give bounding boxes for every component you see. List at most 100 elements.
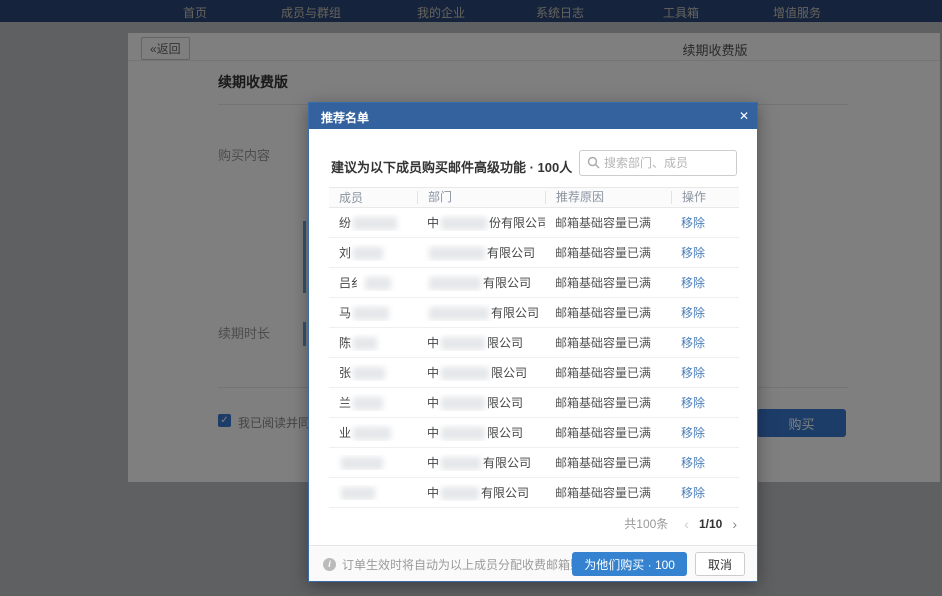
member-name: 兰 <box>329 394 417 411</box>
recommend-reason: 邮箱基础容量已满 <box>545 334 671 351</box>
remove-link[interactable]: 移除 <box>681 246 705 260</box>
blurred-dept <box>441 457 481 470</box>
remove-link[interactable]: 移除 <box>681 276 705 290</box>
row-action: 移除 <box>671 334 739 351</box>
member-name <box>329 485 417 499</box>
remove-link[interactable]: 移除 <box>681 396 705 410</box>
recommend-reason: 邮箱基础容量已满 <box>545 394 671 411</box>
row-action: 移除 <box>671 424 739 441</box>
blurred-name <box>353 307 389 320</box>
blurred-name <box>341 487 375 500</box>
member-name: 张 <box>329 364 417 381</box>
member-name <box>329 455 417 469</box>
prev-page-icon[interactable]: ‹ <box>684 516 689 532</box>
remove-link[interactable]: 移除 <box>681 486 705 500</box>
table-header-row: 成员 部门 推荐原因 操作 <box>329 187 739 208</box>
table-row: 张中限公司邮箱基础容量已满移除 <box>329 358 739 388</box>
total-count: 共100条 <box>624 515 668 532</box>
close-icon[interactable]: ✕ <box>739 108 749 124</box>
member-name: 业 <box>329 424 417 441</box>
member-dept: 中份有限公司 <box>417 214 545 231</box>
pagination: 共100条 ‹ 1/10 › <box>624 515 737 532</box>
recommend-reason: 邮箱基础容量已满 <box>545 304 671 321</box>
blurred-name <box>353 247 383 260</box>
member-name: 纷 <box>329 214 417 231</box>
member-dept: 中有限公司 <box>417 484 545 501</box>
blurred-dept <box>441 337 485 350</box>
table-row: 中有限公司邮箱基础容量已满移除 <box>329 478 739 508</box>
dialog-heading: 建议为以下成员购买邮件高级功能 · 100人 <box>331 157 572 176</box>
member-dept: 有限公司 <box>417 274 545 291</box>
col-action: 操作 <box>671 191 739 204</box>
recommend-reason: 邮箱基础容量已满 <box>545 484 671 501</box>
row-action: 移除 <box>671 304 739 321</box>
member-dept: 中限公司 <box>417 424 545 441</box>
recommend-reason: 邮箱基础容量已满 <box>545 214 671 231</box>
screen: 首页成员与群组我的企业系统日志工具箱增值服务 «返回 续期收费版 续期收费版 购… <box>0 0 942 596</box>
col-reason: 推荐原因 <box>545 191 671 204</box>
row-action: 移除 <box>671 394 739 411</box>
blurred-name <box>353 217 397 230</box>
member-name: 吕纟 <box>329 274 417 291</box>
member-name: 马 <box>329 304 417 321</box>
table-row: 业中限公司邮箱基础容量已满移除 <box>329 418 739 448</box>
remove-link[interactable]: 移除 <box>681 456 705 470</box>
table-row: 中有限公司邮箱基础容量已满移除 <box>329 448 739 478</box>
col-dept: 部门 <box>417 191 545 204</box>
member-dept: 有限公司 <box>417 244 545 261</box>
footer-buttons: 为他们购买 · 100 取消 <box>572 552 745 576</box>
blurred-name <box>353 427 391 440</box>
row-action: 移除 <box>671 364 739 381</box>
blurred-name <box>365 277 391 290</box>
member-name: 刘 <box>329 244 417 261</box>
table-row: 纷中份有限公司邮箱基础容量已满移除 <box>329 208 739 238</box>
blurred-dept <box>441 487 479 500</box>
table-row: 兰中限公司邮箱基础容量已满移除 <box>329 388 739 418</box>
col-member: 成员 <box>329 189 417 206</box>
blurred-name <box>341 457 383 470</box>
members-table: 成员 部门 推荐原因 操作 纷中份有限公司邮箱基础容量已满移除刘有限公司邮箱基础… <box>329 187 739 508</box>
blurred-name <box>353 367 385 380</box>
cancel-button[interactable]: 取消 <box>695 552 745 576</box>
recommend-list-dialog: 推荐名单 ✕ 建议为以下成员购买邮件高级功能 · 100人 成员 部门 推荐原因… <box>308 102 758 582</box>
blurred-dept <box>441 397 485 410</box>
row-action: 移除 <box>671 274 739 291</box>
member-dept: 中限公司 <box>417 394 545 411</box>
row-action: 移除 <box>671 214 739 231</box>
member-dept: 中限公司 <box>417 334 545 351</box>
table-body: 纷中份有限公司邮箱基础容量已满移除刘有限公司邮箱基础容量已满移除吕纟有限公司邮箱… <box>329 208 739 508</box>
footer-note-text: 订单生效时将自动为以上成员分配收费邮箱账号 <box>342 556 594 573</box>
recommend-reason: 邮箱基础容量已满 <box>545 244 671 261</box>
blurred-dept <box>441 217 487 230</box>
buy-for-them-button[interactable]: 为他们购买 · 100 <box>572 552 687 576</box>
recommend-reason: 邮箱基础容量已满 <box>545 424 671 441</box>
row-action: 移除 <box>671 484 739 501</box>
table-row: 吕纟有限公司邮箱基础容量已满移除 <box>329 268 739 298</box>
remove-link[interactable]: 移除 <box>681 336 705 350</box>
blurred-dept <box>429 247 485 260</box>
search-icon <box>587 156 600 174</box>
dialog-header[interactable]: 推荐名单 ✕ <box>309 103 757 129</box>
next-page-icon[interactable]: › <box>732 516 737 532</box>
member-dept: 中限公司 <box>417 364 545 381</box>
remove-link[interactable]: 移除 <box>681 306 705 320</box>
recommend-reason: 邮箱基础容量已满 <box>545 274 671 291</box>
footer-note: i 订单生效时将自动为以上成员分配收费邮箱账号 <box>323 556 594 573</box>
blurred-dept <box>441 427 485 440</box>
member-dept: 有限公司 <box>417 304 545 321</box>
blurred-name <box>353 397 383 410</box>
row-action: 移除 <box>671 454 739 471</box>
search-box[interactable] <box>579 150 737 176</box>
row-action: 移除 <box>671 244 739 261</box>
remove-link[interactable]: 移除 <box>681 216 705 230</box>
blurred-dept <box>429 277 481 290</box>
recommend-reason: 邮箱基础容量已满 <box>545 364 671 381</box>
recommend-reason: 邮箱基础容量已满 <box>545 454 671 471</box>
current-page: 1/10 <box>699 517 722 531</box>
remove-link[interactable]: 移除 <box>681 426 705 440</box>
remove-link[interactable]: 移除 <box>681 366 705 380</box>
search-input[interactable] <box>604 152 732 174</box>
blurred-name <box>353 337 377 350</box>
table-row: 陈中限公司邮箱基础容量已满移除 <box>329 328 739 358</box>
dialog-title: 推荐名单 <box>321 109 369 126</box>
